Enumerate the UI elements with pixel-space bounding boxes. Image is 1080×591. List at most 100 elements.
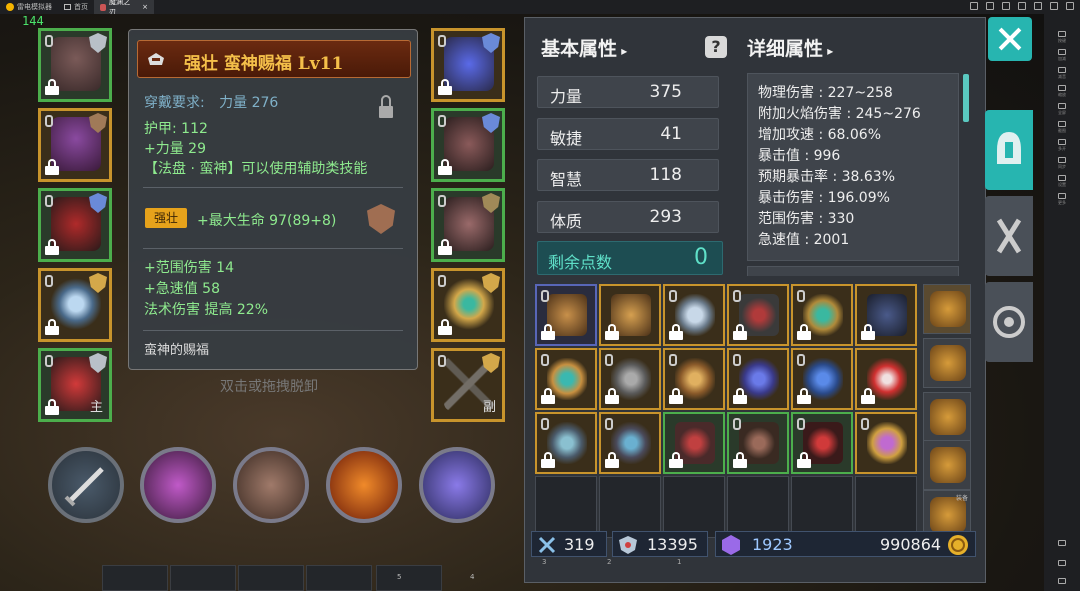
inventory-empty-slot[interactable] bbox=[535, 476, 597, 538]
sidebar-item-keys[interactable]: 按键 bbox=[1044, 28, 1080, 46]
sidebar-item-sync[interactable]: 同步 bbox=[1044, 154, 1080, 172]
bonus-stat: +最大生命 97(89+8) bbox=[197, 213, 337, 229]
sync-icon bbox=[1058, 156, 1066, 163]
sidebar-item-more[interactable]: 更多 bbox=[1044, 190, 1080, 208]
equip-slot-ring-2[interactable] bbox=[431, 268, 505, 342]
sidebar-item-fullscreen[interactable]: 全屏 bbox=[1044, 100, 1080, 118]
sidebar-item-settings[interactable]: 设置 bbox=[1044, 172, 1080, 190]
close-button[interactable] bbox=[988, 17, 1032, 61]
tab-settings[interactable] bbox=[985, 282, 1033, 362]
equip-slot-boots[interactable] bbox=[431, 188, 505, 262]
tab-skills[interactable] bbox=[985, 196, 1033, 276]
equip-slot-ring[interactable] bbox=[38, 268, 112, 342]
inventory-item[interactable] bbox=[599, 348, 661, 410]
sidebar-recent[interactable] bbox=[1044, 572, 1080, 590]
sword-icon bbox=[64, 467, 104, 507]
inventory-grid bbox=[535, 284, 921, 540]
inventory-item[interactable] bbox=[599, 412, 661, 474]
equip-slot-helmet[interactable] bbox=[38, 28, 112, 102]
inventory-item[interactable] bbox=[727, 412, 789, 474]
sidebar-item-multi[interactable]: 多开 bbox=[1044, 136, 1080, 154]
sidebar-item-volume-up[interactable]: 加减 bbox=[1044, 46, 1080, 64]
bag-tab-equipment[interactable] bbox=[923, 284, 971, 334]
basic-stats-title: 基本属性 bbox=[541, 38, 618, 60]
inventory-item[interactable] bbox=[535, 348, 597, 410]
inventory-item[interactable] bbox=[535, 412, 597, 474]
multi-window-icon bbox=[1058, 138, 1066, 145]
equip-slot-amulet[interactable] bbox=[431, 28, 505, 102]
quickbar-slot[interactable] bbox=[306, 565, 372, 591]
menu-icon[interactable] bbox=[1018, 2, 1026, 10]
close-tab-icon[interactable]: × bbox=[142, 3, 148, 11]
keyboard-icon[interactable] bbox=[986, 2, 994, 10]
inventory-empty-slot[interactable] bbox=[599, 476, 661, 538]
inventory-item[interactable] bbox=[727, 348, 789, 410]
volume-down-icon bbox=[1058, 66, 1066, 73]
haste-stat: +急速值 58 bbox=[144, 281, 220, 297]
lock-icon bbox=[669, 452, 683, 468]
inventory-empty-slot[interactable] bbox=[855, 476, 917, 538]
tab-home[interactable]: 首页 bbox=[58, 0, 94, 14]
skill-slot-3[interactable] bbox=[326, 447, 402, 523]
help-icon[interactable]: ? bbox=[705, 36, 727, 58]
close-window-icon[interactable] bbox=[1066, 2, 1074, 10]
lock-icon bbox=[438, 239, 452, 255]
inventory-item[interactable] bbox=[855, 412, 917, 474]
inventory-empty-slot[interactable] bbox=[663, 476, 725, 538]
crystal-icon bbox=[722, 535, 740, 555]
detail-stats-list[interactable]: 物理伤害 : 227~258 附加火焰伤害 : 245~276 增加攻速 : 6… bbox=[747, 73, 959, 261]
equip-slot-chest[interactable] bbox=[38, 108, 112, 182]
sidebar-home[interactable] bbox=[1044, 554, 1080, 572]
equip-slot-off-hand[interactable]: 副 bbox=[431, 348, 505, 422]
inventory-item[interactable] bbox=[663, 348, 725, 410]
lock-toggle-icon[interactable] bbox=[379, 95, 393, 123]
quickbar-slot[interactable] bbox=[238, 565, 304, 591]
inventory-item[interactable] bbox=[663, 284, 725, 346]
user-icon[interactable] bbox=[1002, 2, 1010, 10]
inventory-item[interactable] bbox=[535, 284, 597, 346]
flavor-text: 蛮神的赐福 bbox=[144, 343, 210, 358]
equip-slot-belt[interactable] bbox=[38, 188, 112, 262]
bag-tab[interactable] bbox=[923, 392, 971, 442]
inventory-item[interactable] bbox=[791, 412, 853, 474]
skill-slot-2[interactable] bbox=[233, 447, 309, 523]
quickbar-slot[interactable] bbox=[102, 565, 168, 591]
sidebar-item-zoom[interactable]: 缩放 bbox=[1044, 82, 1080, 100]
gamepad-icon[interactable] bbox=[970, 2, 978, 10]
emulator-sidebar: 按键 加减 减音 缩放 全屏 截图 多开 同步 设置 更多 bbox=[1044, 14, 1080, 591]
detail-scrollbar[interactable] bbox=[963, 74, 969, 122]
basic-stats-header[interactable]: 基本属性 ▸ bbox=[541, 34, 627, 61]
quickbar-slot[interactable] bbox=[170, 565, 236, 591]
sidebar-back[interactable] bbox=[1044, 534, 1080, 552]
maximize-icon[interactable] bbox=[1050, 2, 1058, 10]
inventory-item[interactable] bbox=[791, 284, 853, 346]
inventory-item[interactable] bbox=[791, 348, 853, 410]
equip-slot-gloves[interactable] bbox=[431, 108, 505, 182]
bag-tab[interactable] bbox=[923, 338, 971, 388]
inventory-item[interactable] bbox=[855, 348, 917, 410]
skill-slot-1[interactable] bbox=[140, 447, 216, 523]
fullscreen-icon bbox=[1058, 102, 1066, 109]
stat-agility: 敏捷 41 bbox=[537, 118, 719, 150]
inventory-item[interactable] bbox=[855, 284, 917, 346]
sidebar-item-volume-down[interactable]: 减音 bbox=[1044, 64, 1080, 82]
inventory-empty-slot[interactable] bbox=[791, 476, 853, 538]
detail-stats-footer bbox=[747, 266, 959, 276]
requirement-label: 穿戴要求: bbox=[144, 95, 205, 111]
detail-stats-header[interactable]: 详细属性 ▸ bbox=[747, 34, 833, 61]
skill-slot-4[interactable] bbox=[419, 447, 495, 523]
drill-icon bbox=[867, 422, 907, 464]
inventory-item[interactable] bbox=[663, 412, 725, 474]
skill-basic-attack[interactable] bbox=[48, 447, 124, 523]
tab-equipment[interactable] bbox=[985, 110, 1033, 190]
inventory-empty-slot[interactable] bbox=[727, 476, 789, 538]
chain-icon bbox=[733, 290, 741, 302]
equip-slot-main-hand[interactable]: 主 bbox=[38, 348, 112, 422]
inventory-item[interactable] bbox=[599, 284, 661, 346]
sidebar-item-screenshot[interactable]: 截图 bbox=[1044, 118, 1080, 136]
minimize-icon[interactable] bbox=[1034, 2, 1042, 10]
quickbar-slot[interactable] bbox=[376, 565, 442, 591]
inventory-item[interactable] bbox=[727, 284, 789, 346]
tab-game[interactable]: 魔渊之刃 × bbox=[94, 0, 154, 16]
bag-tab[interactable] bbox=[923, 440, 971, 490]
